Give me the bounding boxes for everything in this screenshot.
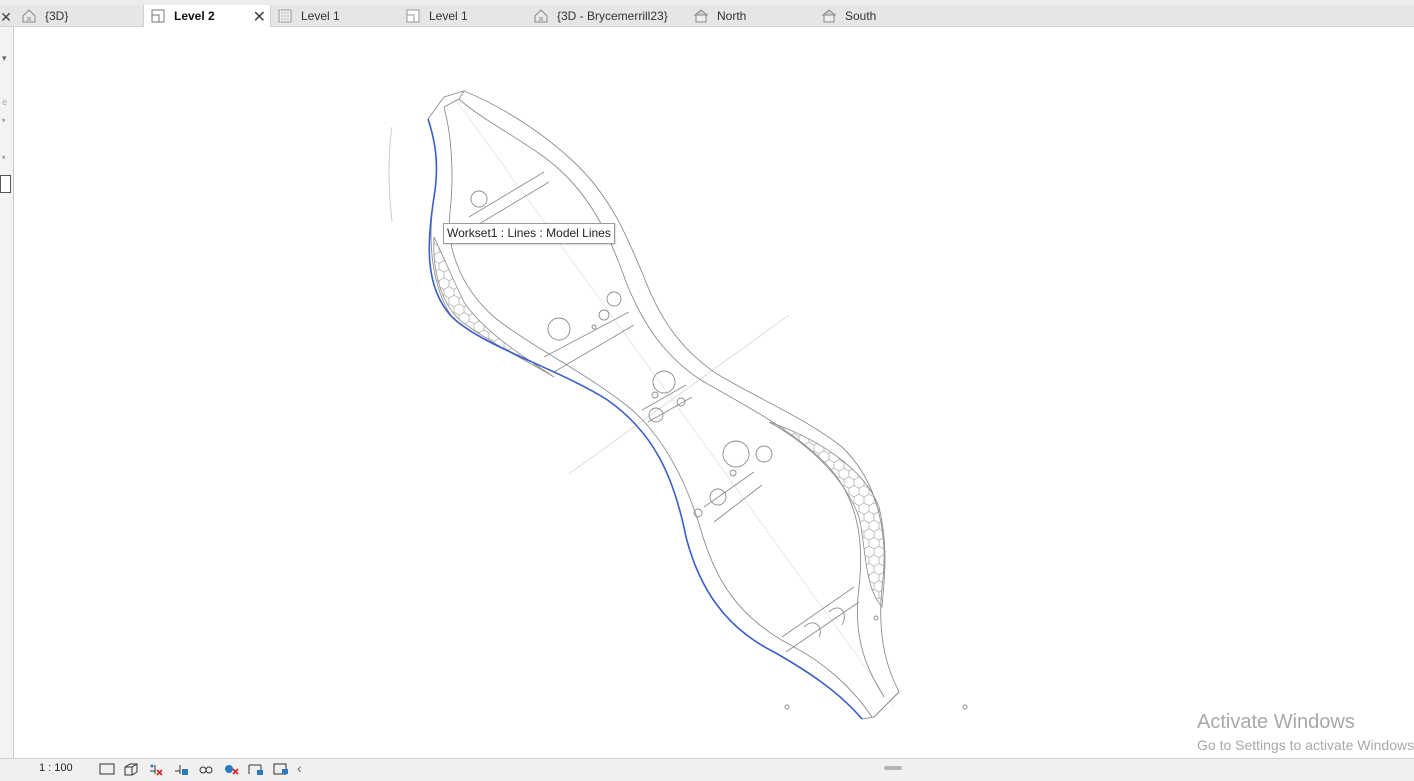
activate-windows-watermark: Activate Windows Go to Settings to activ… (1197, 711, 1414, 753)
panel-field[interactable] (0, 175, 11, 193)
floor-plan-icon (151, 9, 165, 23)
tab-3d[interactable]: {3D} (15, 5, 143, 27)
detail-level-icon[interactable] (98, 761, 116, 777)
close-tab-icon[interactable]: ✕ (253, 7, 266, 27)
scroll-left-arrow[interactable]: ‹ (297, 760, 302, 776)
panel-text-fragment: e (2, 97, 8, 107)
crop-view-icon[interactable] (197, 761, 215, 777)
floor-plan-icon (406, 9, 420, 23)
model-drawing[interactable] (14, 27, 1414, 758)
tab-3d-brycemerrill23[interactable]: {3D - Brycemerrill23} (527, 5, 687, 27)
tab-label: Level 1 (429, 9, 468, 23)
panel-marker-icon: * (2, 117, 6, 127)
drawing-canvas[interactable]: Workset1 : Lines : Model Lines Activate … (14, 27, 1414, 758)
tab-label: South (845, 9, 877, 23)
tab-level-2[interactable]: Level 2 ✕ (143, 5, 271, 27)
tab-label: {3D - Brycemerrill23} (557, 9, 668, 23)
sun-path-off-icon[interactable] (147, 761, 165, 777)
elevation-icon (693, 9, 709, 23)
tab-label: Level 1 (301, 9, 340, 23)
watermark-subtitle: Go to Settings to activate Windows. (1197, 737, 1414, 753)
watermark-title: Activate Windows (1197, 711, 1355, 733)
horizontal-scroll-thumb[interactable] (884, 766, 902, 770)
house-3d-icon (534, 9, 548, 23)
tab-level-1-ceiling[interactable]: Level 1 (271, 5, 399, 27)
elevation-icon (821, 9, 837, 23)
tab-north[interactable]: North (687, 5, 815, 27)
tab-label: {3D} (45, 9, 69, 23)
dropdown-arrow-icon[interactable]: ▾ (2, 53, 7, 64)
tab-south[interactable]: South (815, 5, 943, 27)
tab-label: North (717, 9, 747, 23)
view-control-bar: 1 : 100 ‹ (0, 758, 1414, 781)
element-tooltip: Workset1 : Lines : Model Lines (443, 223, 615, 244)
properties-panel-edge[interactable]: ▾ e * * (0, 27, 14, 758)
ceiling-plan-icon (278, 9, 292, 23)
panel-marker-icon: * (2, 154, 6, 164)
house-3d-icon (22, 9, 36, 23)
hex-hatch-region (768, 421, 886, 608)
view-tab-bar: ✕ {3D} Level 2 ✕ Level 1 Level 1 {3D - B… (0, 0, 1414, 27)
temporary-hide-icon[interactable] (222, 761, 240, 777)
reveal-hidden-icon[interactable] (247, 761, 265, 777)
close-panel-icon[interactable]: ✕ (0, 9, 12, 26)
tab-label: Level 2 (174, 9, 215, 23)
shadows-icon[interactable] (172, 761, 190, 777)
view-scale[interactable]: 1 : 100 (39, 762, 73, 774)
visual-style-icon[interactable] (122, 761, 140, 777)
model-lines (388, 90, 968, 720)
tab-level-1-floor[interactable]: Level 1 (399, 5, 527, 27)
hex-hatch-region (433, 236, 555, 378)
show-crop-icon[interactable] (272, 761, 290, 777)
